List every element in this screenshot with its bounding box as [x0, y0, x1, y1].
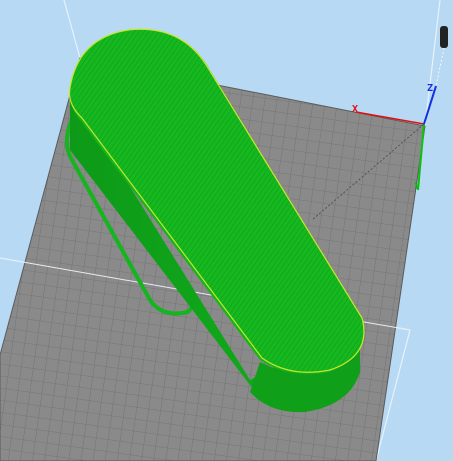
scene-canvas — [0, 0, 453, 461]
print-head-icon — [440, 26, 448, 48]
z-axis-label: Z — [427, 83, 434, 94]
y-axis-label: Y — [414, 181, 421, 192]
3d-viewport[interactable]: X Y Z — [0, 0, 453, 461]
x-axis-label: X — [352, 104, 359, 115]
